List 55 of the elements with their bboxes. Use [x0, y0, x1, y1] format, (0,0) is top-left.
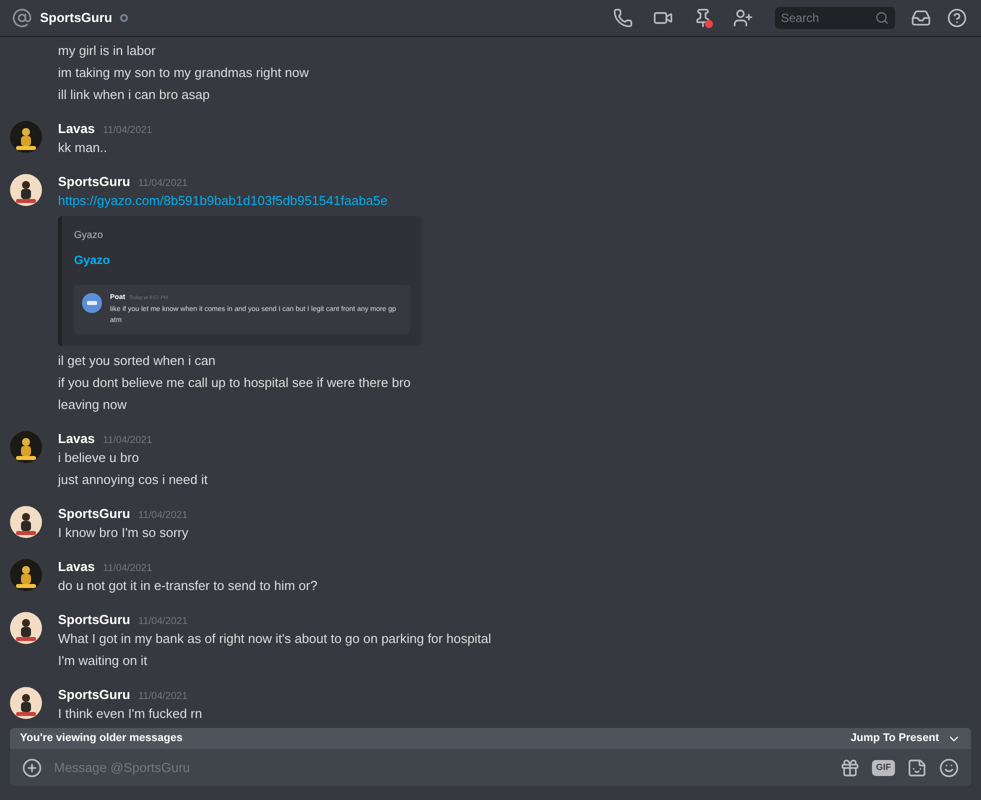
at-sign-icon — [12, 8, 32, 28]
search-icon — [875, 11, 889, 25]
search-field[interactable]: Search — [775, 7, 895, 29]
add-friend-icon[interactable] — [733, 8, 753, 28]
notice-text: You're viewing older messages — [20, 731, 183, 746]
timestamp: 11/04/2021 — [102, 562, 152, 576]
avatar[interactable] — [10, 506, 42, 538]
message-text: my girl is in labor — [58, 42, 156, 60]
jump-to-present-button[interactable]: Jump To Present — [850, 730, 939, 747]
username[interactable]: SportsGuru — [58, 684, 130, 704]
message-link[interactable]: https://gyazo.com/8b591b9bab1d103f5db951541faaba5e — [58, 190, 388, 212]
username[interactable]: SportsGuru — [58, 504, 130, 523]
timestamp: 11/04/2021 — [102, 434, 152, 448]
avatar — [82, 293, 102, 313]
call-icon[interactable] — [613, 8, 633, 28]
embed-provider: Gyazo — [74, 229, 104, 243]
timestamp: 11/04/2021 — [138, 690, 188, 704]
message-text: if you dont believe me call up to hospital see if were there bro — [58, 374, 411, 392]
message-text: kk man.. — [58, 139, 108, 157]
avatar[interactable] — [10, 430, 42, 462]
add-icon[interactable] — [22, 758, 42, 778]
help-icon[interactable] — [947, 8, 967, 28]
username[interactable]: SportsGuru — [58, 172, 130, 192]
timestamp: 11/04/2021 — [102, 124, 152, 138]
message-text: What I got in my bank as of right now it's about to go on parking for hospital — [58, 630, 492, 648]
embed-title[interactable]: Gyazo — [74, 251, 410, 269]
timestamp: 11/04/2021 — [138, 177, 188, 191]
message-text: do u not got it in e-transfer to send to him or? — [58, 576, 318, 595]
emoji-icon[interactable] — [939, 758, 959, 778]
username[interactable]: Lavas — [58, 556, 95, 576]
username[interactable]: Lavas — [58, 428, 95, 448]
avatar[interactable] — [10, 686, 42, 718]
username[interactable]: Lavas — [58, 119, 95, 138]
message-text: I know bro I'm so sorry — [58, 524, 188, 542]
sticker-icon[interactable] — [907, 758, 927, 778]
message-text: im taking my son to my grandmas right now — [58, 64, 309, 82]
message-text: just annoying cos i need it — [58, 470, 208, 489]
gif-button[interactable]: GIF — [872, 760, 895, 776]
avatar[interactable] — [10, 612, 42, 644]
message-text: ill link when i can bro asap — [58, 86, 210, 104]
window-title: SportsGuru — [40, 9, 112, 28]
message-text: leaving now — [58, 396, 127, 414]
username[interactable]: SportsGuru — [58, 610, 130, 629]
status-icon — [120, 14, 128, 22]
message-text: I think even I'm fucked rn — [58, 704, 202, 722]
avatar[interactable] — [10, 121, 42, 153]
avatar[interactable] — [10, 558, 42, 590]
timestamp: 11/04/2021 — [138, 508, 188, 522]
avatar[interactable] — [10, 174, 42, 206]
message-text: I'm waiting on it — [58, 652, 148, 670]
message-text: il get you sorted when i can — [58, 352, 216, 370]
gift-icon[interactable] — [840, 758, 860, 778]
timestamp: 11/04/2021 — [138, 614, 188, 628]
inbox-icon[interactable] — [911, 8, 931, 28]
message-text: i believe u bro — [58, 448, 139, 466]
